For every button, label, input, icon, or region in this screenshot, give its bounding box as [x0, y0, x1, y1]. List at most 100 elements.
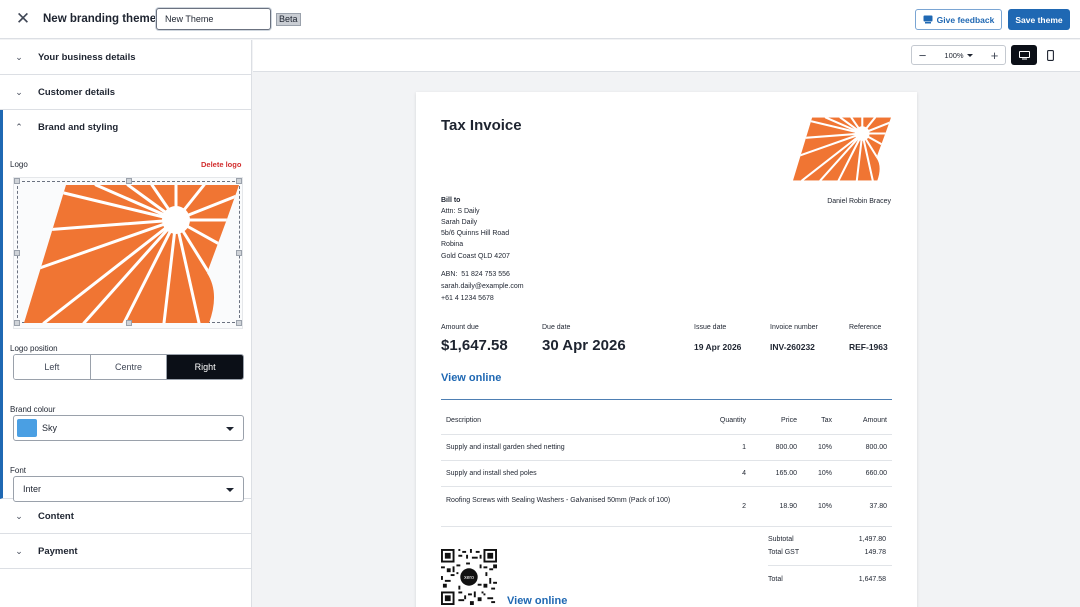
feedback-icon: [923, 15, 933, 24]
section-content[interactable]: ⌄ Content: [0, 499, 251, 534]
item-quantity: 2: [742, 503, 746, 510]
caret-down-icon: [226, 488, 234, 492]
crop-handle[interactable]: [14, 320, 20, 326]
item-description: Roofing Screws with Sealing Washers - Ga…: [446, 497, 671, 504]
total-row: Total 1,647.58: [768, 576, 886, 583]
logo-editor[interactable]: [13, 177, 243, 329]
total-value: 1,647.58: [858, 576, 886, 583]
divider: [441, 399, 892, 400]
font-label: Font: [10, 466, 27, 475]
amount-due-label: Amount due: [441, 324, 479, 331]
section-brand-and-styling: ⌃ Brand and styling Logo Delete logo Log…: [0, 110, 251, 502]
crop-handle[interactable]: [236, 320, 242, 326]
total-label: Total: [768, 576, 783, 583]
gst-label: Total GST: [768, 549, 800, 556]
crop-handle[interactable]: [14, 178, 20, 184]
issue-date-label: Issue date: [694, 324, 727, 331]
zoom-level-select[interactable]: 100%: [933, 51, 984, 60]
crop-handle[interactable]: [236, 250, 242, 256]
gst-value: 149.78: [864, 549, 886, 556]
column-header: Description: [446, 417, 482, 424]
give-feedback-button[interactable]: Give feedback: [915, 9, 1002, 30]
customer-abn: ABN: 51 824 753 556: [441, 271, 510, 278]
qr-code-image: xero: [441, 549, 497, 605]
chevron-up-icon: ⌃: [15, 122, 23, 132]
minus-icon[interactable]: −: [912, 46, 933, 64]
brand-colour-label: Brand colour: [10, 405, 56, 414]
crop-handle[interactable]: [14, 250, 20, 256]
bill-to-line: Attn: S Daily: [441, 208, 480, 215]
item-quantity: 1: [742, 444, 746, 451]
business-name: Daniel Robin Bracey: [827, 198, 891, 205]
table-row: Roofing Screws with Sealing Washers - Ga…: [441, 487, 892, 527]
view-online-link[interactable]: View online: [441, 372, 501, 384]
section-your-business-details[interactable]: ⌄ Your business details: [0, 40, 251, 75]
logo-position-left[interactable]: Left: [14, 355, 91, 379]
due-date-label: Due date: [542, 324, 571, 331]
section-customer-details[interactable]: ⌄ Customer details: [0, 75, 251, 110]
invoice-number-label: Invoice number: [770, 324, 818, 331]
mobile-view-button[interactable]: [1037, 45, 1063, 65]
customer-email: sarah.daily@example.com: [441, 283, 524, 290]
item-amount: 660.00: [865, 470, 887, 477]
view-online-link-bottom[interactable]: View online: [507, 595, 567, 607]
crop-handle[interactable]: [126, 320, 132, 326]
brand-colour-value: Sky: [42, 423, 58, 433]
delete-logo-link[interactable]: Delete logo: [201, 160, 241, 169]
chevron-down-icon: ⌄: [15, 87, 23, 97]
item-price: 800.00: [775, 444, 797, 451]
due-date-value: 30 Apr 2026: [542, 337, 626, 354]
issue-date-value: 19 Apr 2026: [694, 342, 742, 352]
amount-due-value: $1,647.58: [441, 337, 508, 354]
item-quantity: 4: [742, 470, 746, 477]
item-tax: 10%: [817, 503, 832, 510]
logo-position-right[interactable]: Right: [167, 355, 243, 379]
column-header: Amount: [862, 417, 887, 424]
chevron-down-icon: ⌄: [15, 546, 23, 556]
item-tax: 10%: [817, 444, 832, 451]
item-description: Supply and install garden shed netting: [446, 444, 565, 451]
zoom-level: 100%: [944, 50, 964, 60]
theme-name-input[interactable]: [156, 8, 271, 30]
logo-position-label: Logo position: [10, 344, 58, 353]
bill-to-line: 5b/6 Quinns Hill Road: [441, 230, 510, 237]
section-label: Content: [38, 510, 74, 522]
section-label: Payment: [38, 545, 78, 557]
brand-colour-select[interactable]: Sky: [13, 415, 244, 441]
save-theme-button[interactable]: Save theme: [1008, 9, 1070, 30]
brand-logo-image: [24, 185, 239, 323]
section-label: Brand and styling: [38, 122, 119, 133]
logo-position-centre[interactable]: Centre: [90, 355, 168, 379]
give-feedback-label: Give feedback: [936, 14, 995, 25]
section-label: Your business details: [38, 51, 136, 63]
desktop-view-button[interactable]: [1011, 45, 1037, 65]
qr-label: xero: [464, 575, 474, 581]
crop-handle[interactable]: [236, 178, 242, 184]
beta-badge: Beta: [276, 13, 301, 26]
bill-to-label: Bill to: [441, 197, 461, 204]
item-tax: 10%: [817, 470, 832, 477]
subtotal-label: Subtotal: [768, 536, 794, 543]
section-brand-and-styling-header[interactable]: ⌃ Brand and styling: [0, 110, 251, 145]
column-header: Tax: [821, 417, 832, 424]
logo-crop-area[interactable]: [17, 181, 240, 323]
reference-value: REF-1963: [849, 342, 888, 352]
section-label: Customer details: [38, 86, 116, 98]
item-price: 165.00: [775, 470, 797, 477]
item-amount: 800.00: [865, 444, 887, 451]
customer-phone: +61 4 1234 5678: [441, 295, 494, 302]
invoice-title: Tax Invoice: [441, 117, 522, 134]
section-payment[interactable]: ⌄ Payment: [0, 534, 251, 569]
bill-to-line: Gold Coast QLD 4207: [441, 253, 510, 260]
column-header: Quantity: [719, 417, 746, 424]
logo-position-toggle: Left Centre Right: [13, 354, 244, 380]
plus-icon[interactable]: +: [984, 46, 1005, 64]
crop-handle[interactable]: [126, 178, 132, 184]
reference-label: Reference: [849, 324, 882, 331]
close-icon[interactable]: ✕: [13, 9, 33, 29]
invoice-logo: [793, 117, 891, 181]
subtotal-value: 1,497.80: [858, 536, 886, 543]
font-value: Inter: [23, 484, 42, 494]
chevron-down-icon: ⌄: [15, 511, 23, 521]
page-title: New branding theme: [43, 13, 157, 25]
